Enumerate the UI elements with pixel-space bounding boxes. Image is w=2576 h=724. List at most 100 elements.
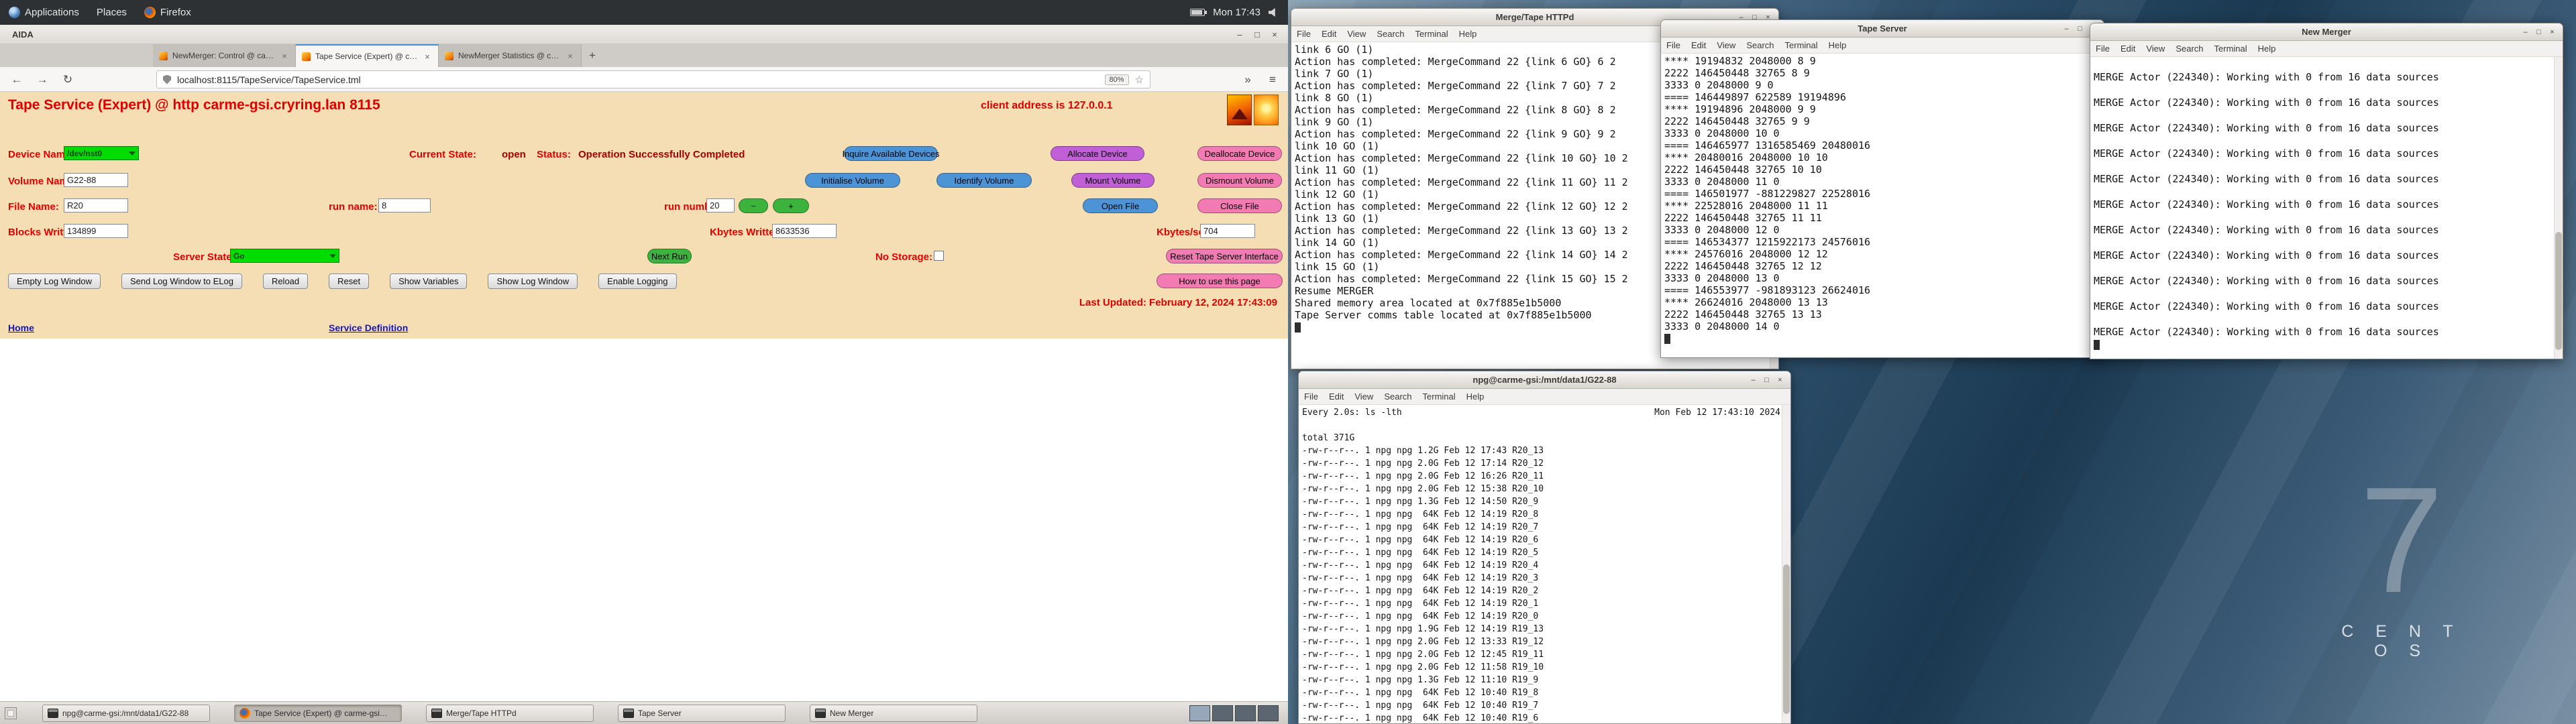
open-file-button[interactable]: Open File xyxy=(1083,198,1158,213)
shield-icon[interactable] xyxy=(163,75,171,84)
browser-tab[interactable]: NewMerger Statistics @ car… × xyxy=(439,44,582,67)
tab-close-icon[interactable]: × xyxy=(280,51,289,61)
terminal-menu-item[interactable]: Edit xyxy=(1324,391,1349,402)
taskbar-window-button[interactable]: Tape Server xyxy=(618,705,786,722)
back-icon[interactable]: ← xyxy=(7,70,27,88)
terminal-menu-item[interactable]: Edit xyxy=(1686,40,1711,50)
blocks-written-field[interactable] xyxy=(64,224,128,238)
merger-titlebar[interactable]: New Merger – □ × xyxy=(2090,23,2563,41)
bookmark-star-icon[interactable]: ☆ xyxy=(1135,74,1144,86)
battery-icon[interactable] xyxy=(1190,9,1205,16)
taskbar-window-button[interactable]: Tape Service (Expert) @ carme-gsi… xyxy=(234,705,402,722)
log-action-button[interactable]: Send Log Window to ELog xyxy=(121,274,242,289)
scrollbar[interactable] xyxy=(2554,57,2563,359)
minimize-icon[interactable]: – xyxy=(2520,26,2531,38)
terminal-menu-item[interactable]: Search xyxy=(1741,40,1779,50)
tape-titlebar[interactable]: Tape Server – □ × xyxy=(1661,20,2104,38)
maximize-icon[interactable]: □ xyxy=(1761,374,1772,385)
firefox-titlebar[interactable]: AIDA – □ × xyxy=(0,25,1288,44)
terminal-menu-item[interactable]: View xyxy=(1342,29,1371,39)
scrollbar[interactable] xyxy=(1782,405,1790,723)
kbytes-written-field[interactable] xyxy=(772,224,837,238)
zoom-indicator[interactable]: 80% xyxy=(1105,74,1129,85)
log-action-button[interactable]: Show Log Window xyxy=(488,274,578,289)
terminal-menu-item[interactable]: Help xyxy=(1461,391,1490,402)
mount-volume-button[interactable]: Mount Volume xyxy=(1071,173,1155,188)
taskbar-window-button[interactable]: Merge/Tape HTTPd xyxy=(426,705,594,722)
terminal-menu-item[interactable]: Search xyxy=(1371,29,1409,39)
kbytes-sec-field[interactable] xyxy=(1200,224,1255,238)
terminal-menu-item[interactable]: View xyxy=(2141,44,2170,54)
dismount-volume-button[interactable]: Dismount Volume xyxy=(1197,173,1282,188)
npg-titlebar[interactable]: npg@carme-gsi:/mnt/data1/G22-88 – □ × xyxy=(1299,371,1790,389)
close-icon[interactable]: × xyxy=(1268,27,1281,41)
terminal-menu-item[interactable]: Help xyxy=(1823,40,1852,50)
terminal-menu-item[interactable]: View xyxy=(1711,40,1741,50)
run-number-increment-button[interactable]: + xyxy=(773,198,809,213)
server-state-select[interactable]: Go xyxy=(230,249,339,263)
minimize-icon[interactable]: – xyxy=(1233,27,1246,41)
taskbar-window-button[interactable]: New Merger xyxy=(810,705,977,722)
log-action-button[interactable]: Show Variables xyxy=(390,274,467,289)
hamburger-menu-icon[interactable]: ≡ xyxy=(1263,70,1283,88)
terminal-menu-item[interactable]: Edit xyxy=(2115,44,2141,54)
maximize-icon[interactable]: □ xyxy=(2533,26,2544,38)
show-desktop-button[interactable] xyxy=(5,707,17,719)
log-action-button[interactable]: Empty Log Window xyxy=(8,274,101,289)
next-run-button[interactable]: Next Run xyxy=(647,249,692,263)
log-action-button[interactable]: Reset xyxy=(329,274,369,289)
terminal-menu-item[interactable]: Terminal xyxy=(1417,391,1461,402)
reset-tape-server-button[interactable]: Reset Tape Server Interface xyxy=(1166,249,1283,263)
terminal-menu-item[interactable]: View xyxy=(1349,391,1379,402)
clock[interactable]: Mon 17:43 xyxy=(1213,7,1260,18)
terminal-menu-item[interactable]: Terminal xyxy=(2209,44,2253,54)
terminal-menu-item[interactable]: File xyxy=(1299,391,1324,402)
minimize-icon[interactable]: – xyxy=(1748,374,1759,385)
url-bar[interactable]: localhost:8115/TapeService/TapeService.t… xyxy=(156,70,1150,88)
deallocate-device-button[interactable]: Deallocate Device xyxy=(1197,146,1282,161)
terminal-menu-item[interactable]: Help xyxy=(1454,29,1483,39)
terminal-menu-item[interactable]: Edit xyxy=(1316,29,1342,39)
terminal-menu-item[interactable]: Search xyxy=(2170,44,2208,54)
taskbar-window-button[interactable]: npg@carme-gsi:/mnt/data1/G22-88 xyxy=(42,705,210,722)
tab-close-icon[interactable]: × xyxy=(566,51,575,61)
file-name-field[interactable] xyxy=(64,198,128,213)
initialise-volume-button[interactable]: Initialise Volume xyxy=(805,173,900,188)
maximize-icon[interactable]: □ xyxy=(1250,27,1264,41)
reload-icon[interactable]: ↻ xyxy=(58,70,78,88)
tab-close-icon[interactable]: × xyxy=(423,52,432,62)
help-button[interactable]: How to use this page xyxy=(1157,274,1283,288)
places-menu[interactable]: Places xyxy=(88,0,136,25)
terminal-menu-item[interactable]: File xyxy=(2090,44,2115,54)
applications-menu[interactable]: Applications xyxy=(0,0,88,25)
terminal-menu-item[interactable]: File xyxy=(1661,40,1686,50)
new-tab-button[interactable]: + xyxy=(582,44,603,67)
run-number-field[interactable] xyxy=(706,198,735,213)
scrollbar-thumb[interactable] xyxy=(2555,232,2562,350)
workspace-2[interactable] xyxy=(1212,705,1233,721)
terminal-menu-item[interactable]: File xyxy=(1291,29,1316,39)
workspace-1[interactable] xyxy=(1189,705,1210,721)
minimize-icon[interactable]: – xyxy=(2061,23,2072,34)
close-icon[interactable]: × xyxy=(1774,374,1786,385)
identify-volume-button[interactable]: Identify Volume xyxy=(936,173,1032,188)
forward-icon[interactable]: → xyxy=(32,70,52,88)
no-storage-checkbox[interactable] xyxy=(934,251,944,261)
workspace-3[interactable] xyxy=(1235,705,1256,721)
workspace-4[interactable] xyxy=(1258,705,1279,721)
close-icon[interactable]: × xyxy=(2546,26,2558,38)
volume-name-field[interactable] xyxy=(64,173,128,187)
service-definition-link[interactable]: Service Definition xyxy=(329,322,408,333)
browser-tab[interactable]: NewMerger: Control @ car… × xyxy=(153,44,296,67)
log-action-button[interactable]: Enable Logging xyxy=(598,274,676,289)
terminal-menu-item[interactable]: Help xyxy=(2253,44,2282,54)
browser-tab[interactable]: Tape Service (Expert) @ car… × xyxy=(296,44,439,67)
run-name-field[interactable] xyxy=(378,198,431,213)
maximize-icon[interactable]: □ xyxy=(2074,23,2086,34)
terminal-menu-item[interactable]: Search xyxy=(1379,391,1417,402)
device-select[interactable]: /dev/nst0 xyxy=(64,146,139,160)
firefox-app-menu[interactable]: Firefox xyxy=(136,0,200,25)
terminal-menu-item[interactable]: Terminal xyxy=(1780,40,1823,50)
close-file-button[interactable]: Close File xyxy=(1197,198,1282,213)
scrollbar-thumb[interactable] xyxy=(1783,564,1790,714)
